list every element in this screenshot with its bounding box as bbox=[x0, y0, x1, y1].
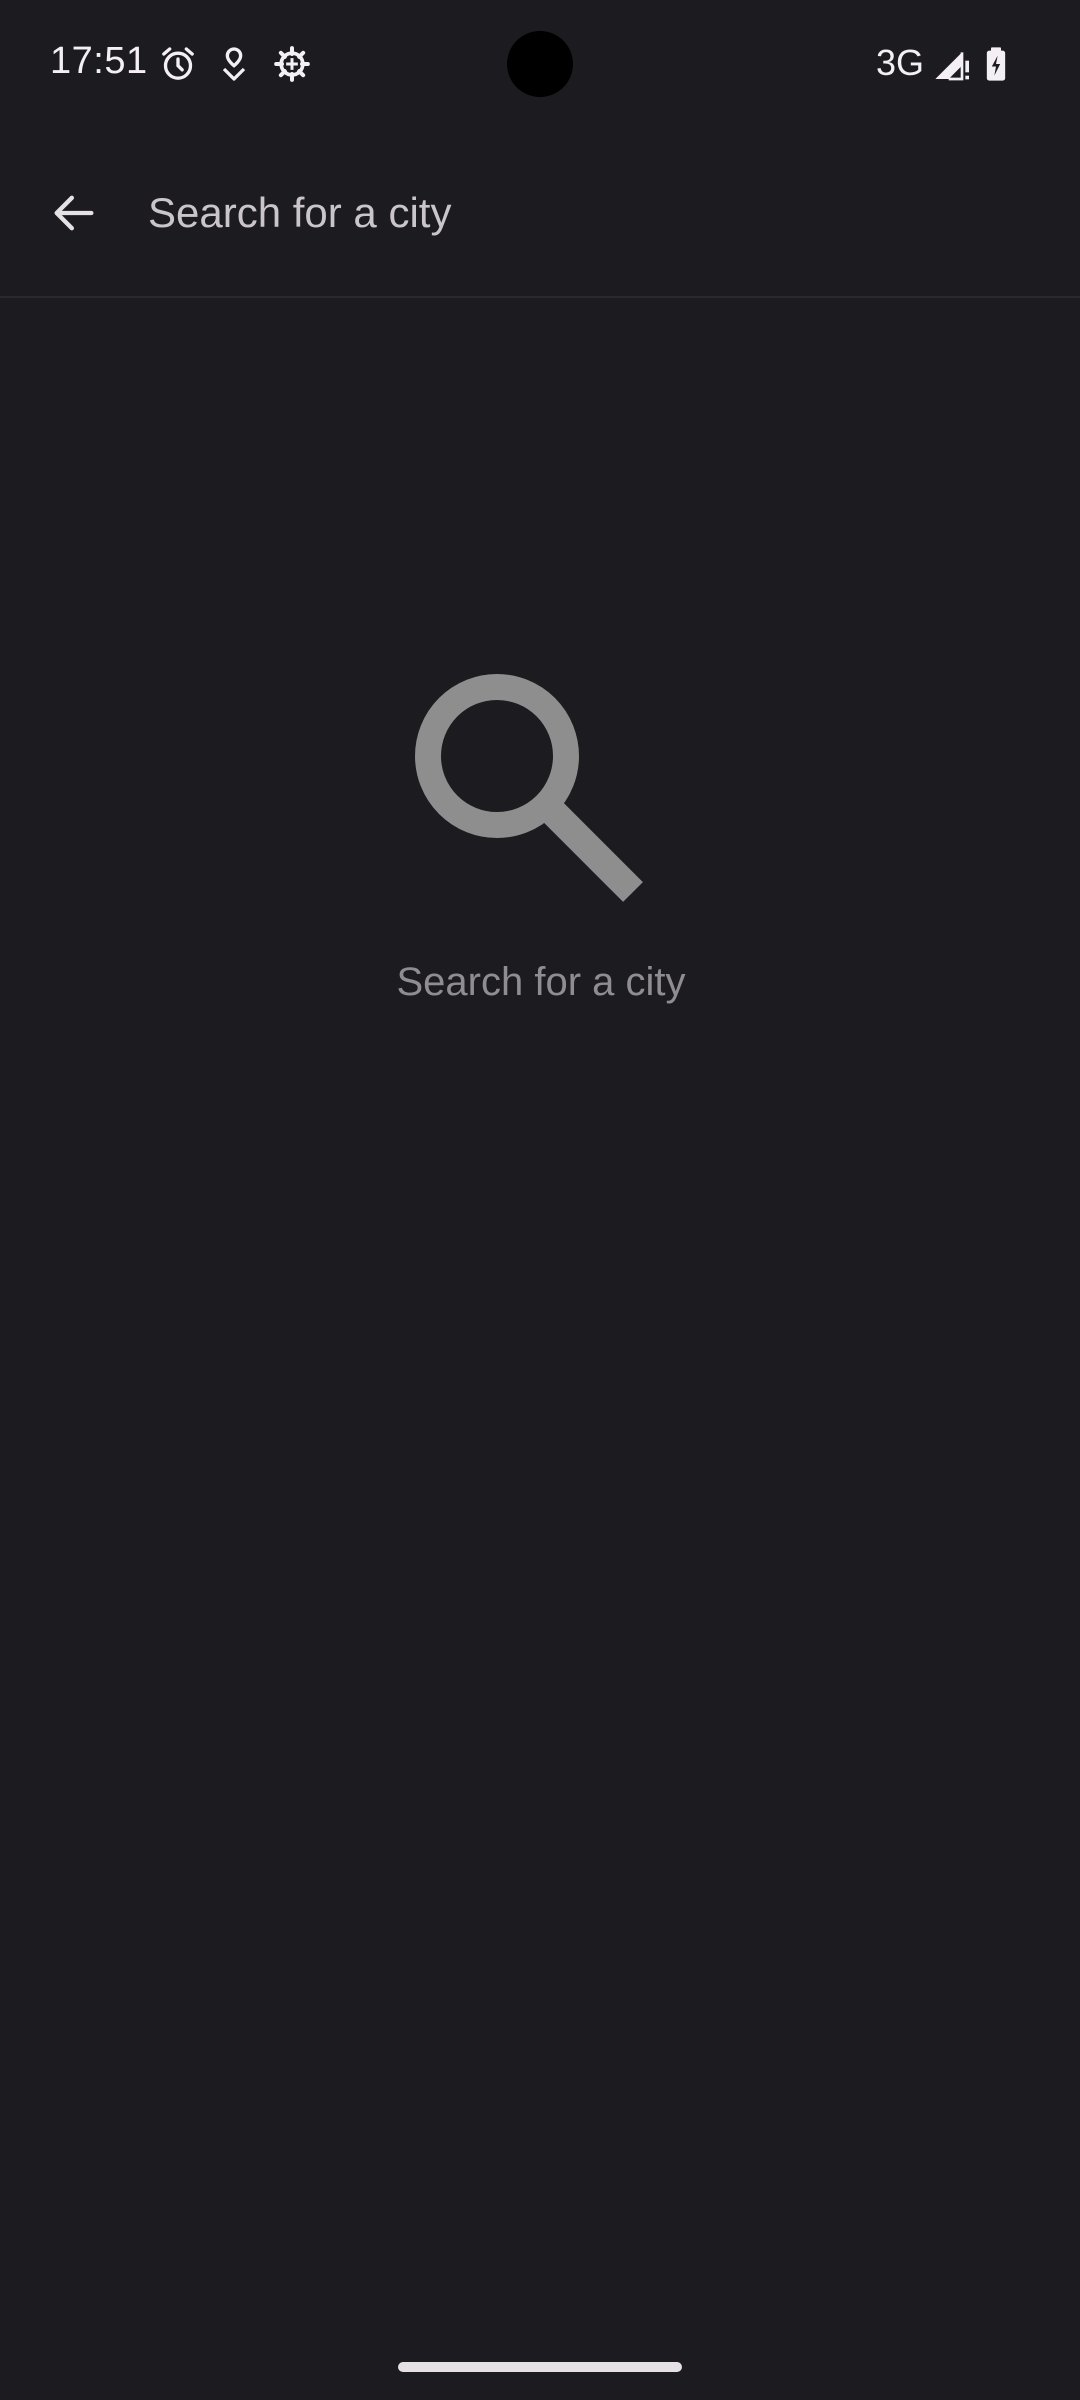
status-time: 17:51 bbox=[50, 40, 148, 82]
settings-gear-icon bbox=[274, 46, 310, 82]
screen: 17:51 3G Search for a city Search for a … bbox=[0, 0, 1080, 2400]
status-bar: 17:51 3G bbox=[0, 0, 1080, 128]
city-search-input[interactable] bbox=[148, 150, 1080, 276]
location-drop-icon bbox=[222, 47, 246, 81]
empty-state: Search for a city bbox=[383, 646, 699, 1014]
signal-icon bbox=[935, 52, 969, 81]
search-icon bbox=[415, 674, 643, 902]
alarm-icon bbox=[162, 47, 194, 80]
battery-charging-icon bbox=[986, 47, 1006, 81]
empty-state-message: Search for a city bbox=[396, 960, 686, 1004]
back-button[interactable] bbox=[0, 140, 148, 286]
gesture-nav-handle[interactable] bbox=[398, 2362, 682, 2372]
search-app-bar bbox=[0, 140, 1080, 288]
camera-cutout bbox=[507, 31, 573, 97]
divider bbox=[0, 296, 1080, 298]
arrow-back-icon bbox=[54, 195, 94, 231]
network-type: 3G bbox=[876, 42, 925, 83]
